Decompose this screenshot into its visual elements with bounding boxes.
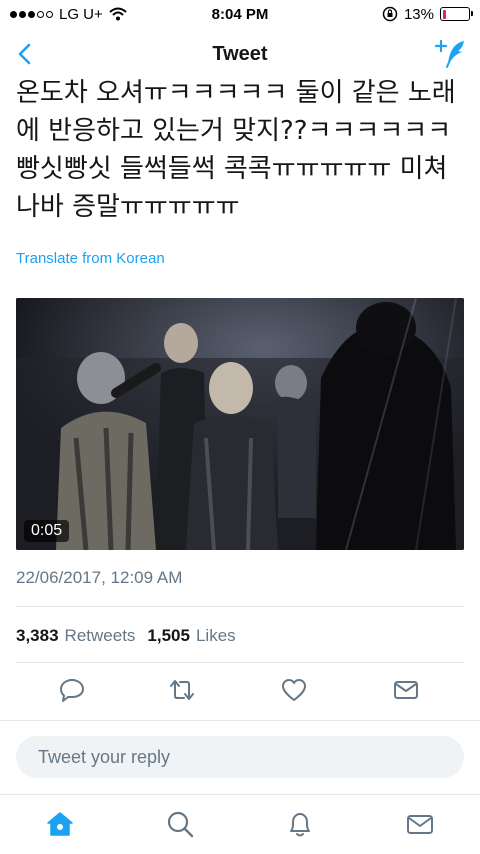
battery-level-fill — [442, 9, 446, 19]
search-icon[interactable] — [165, 809, 195, 839]
retweet-icon[interactable] — [168, 676, 196, 704]
messages-icon[interactable] — [405, 809, 435, 839]
rotation-lock-icon — [382, 6, 398, 22]
tweet-actions — [0, 676, 480, 708]
chevron-left-icon[interactable] — [12, 40, 40, 68]
video-player[interactable]: 0:05 — [16, 298, 464, 550]
nav-bar: Tweet — [0, 28, 480, 80]
retweets-label[interactable]: Retweets — [65, 626, 136, 646]
status-bar: LG U+ 8:04 PM 13% — [0, 0, 480, 28]
tab-bar — [0, 794, 480, 854]
wifi-icon — [109, 7, 127, 21]
retweets-count[interactable]: 3,383 — [16, 626, 59, 646]
status-left: LG U+ — [10, 6, 127, 23]
like-heart-icon[interactable] — [280, 676, 308, 704]
status-right: 13% — [382, 5, 473, 23]
reply-icon[interactable] — [58, 676, 86, 704]
tweet-text: 온도차 오셔ㅠㅋㅋㅋㅋㅋ 둘이 같은 노래 에 반응하고 있는거 맞지??ㅋㅋㅋ… — [16, 78, 456, 222]
tweet-stats: 3,383 Retweets 1,505 Likes — [16, 626, 242, 646]
signal-dot — [37, 10, 44, 18]
direct-message-icon[interactable] — [392, 676, 420, 704]
page-title: Tweet — [212, 42, 268, 65]
battery-percent: 13% — [403, 5, 434, 23]
battery-icon — [440, 7, 473, 21]
likes-label[interactable]: Likes — [196, 626, 236, 646]
video-thumbnail — [16, 298, 464, 550]
video-duration: 0:05 — [24, 520, 70, 542]
signal-dot — [10, 10, 17, 18]
signal-strength-icon — [10, 10, 53, 18]
home-icon[interactable] — [45, 809, 75, 839]
tweet-timestamp: 22/06/2017, 12:09 AM — [16, 568, 183, 587]
divider — [16, 606, 464, 607]
translate-link[interactable]: Translate from Korean — [16, 250, 165, 267]
divider — [16, 662, 464, 663]
notifications-bell-icon[interactable] — [285, 809, 315, 839]
reply-input[interactable]: Tweet your reply — [16, 736, 464, 778]
likes-count[interactable]: 1,505 — [147, 626, 190, 646]
signal-dot — [19, 10, 26, 18]
carrier-name: LG U+ — [59, 5, 103, 23]
signal-dot — [46, 10, 53, 18]
signal-dot — [28, 10, 35, 18]
compose-tweet-icon[interactable] — [434, 38, 468, 70]
